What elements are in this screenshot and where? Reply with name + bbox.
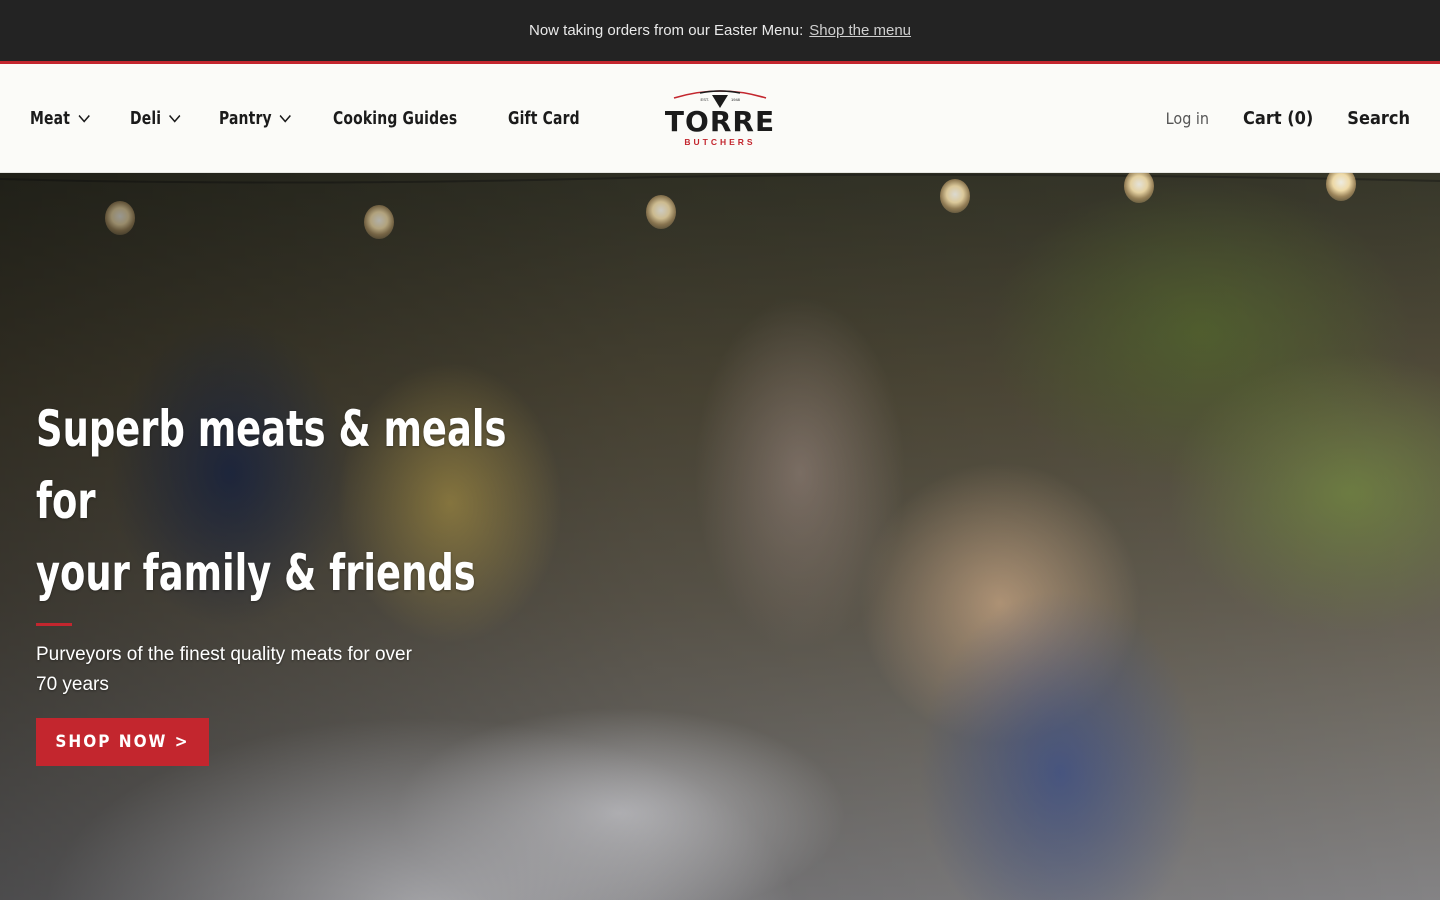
nav-item-label: Pantry [218,108,272,129]
nav-item-cooking-guides[interactable]: Cooking Guides [333,108,457,129]
chevron-down-icon [279,114,292,123]
hero-subtitle: Purveyors of the finest quality meats fo… [36,644,412,695]
login-link[interactable]: Log in [1166,109,1209,128]
nav-item-deli[interactable]: Deli [130,108,181,129]
chevron-down-icon [168,114,181,123]
svg-text:1948: 1948 [731,97,741,102]
hero-title-line: your family & friends [36,544,476,602]
site-header: Meat Deli Pantry Cooking Guides Gift Car… [0,64,1440,173]
cart-link[interactable]: Cart (0) [1243,108,1313,129]
nav-item-meat[interactable]: Meat [30,108,90,129]
nav-item-label: Meat [30,108,71,129]
hero-title-line: Superb meats & meals for [36,400,507,530]
nav-item-gift-card[interactable]: Gift Card [508,108,580,129]
chevron-down-icon [78,114,90,123]
announcement-link[interactable]: Shop the menu [809,22,911,39]
shop-now-button[interactable]: SHOP NOW > [36,718,209,766]
main-nav: Meat Deli Pantry Cooking Guides Gift Car… [30,64,621,173]
utility-nav: Log in Cart (0) Search [1132,64,1410,173]
logo-tagline: BUTCHERS [684,137,755,147]
hero-divider [36,623,72,626]
search-link[interactable]: Search [1347,108,1410,129]
nav-item-label: Gift Card [507,108,580,129]
announcement-bar: Now taking orders from our Easter Menu: … [0,0,1440,61]
announcement-text: Now taking orders from our Easter Menu: [528,22,804,39]
hero-title: Superb meats & meals for your family & f… [36,393,544,609]
logo-name: TORRE [665,105,775,138]
nav-item-pantry[interactable]: Pantry [219,108,292,129]
hero-banner: Superb meats & meals for your family & f… [0,173,1440,900]
nav-item-label: Deli [129,108,161,129]
torre-butchers-logo[interactable]: EST. 1948 TORRE BUTCHERS [648,86,792,152]
svg-text:EST.: EST. [701,97,709,102]
nav-item-label: Cooking Guides [333,108,458,129]
hero-content: Superb meats & meals for your family & f… [36,393,596,766]
